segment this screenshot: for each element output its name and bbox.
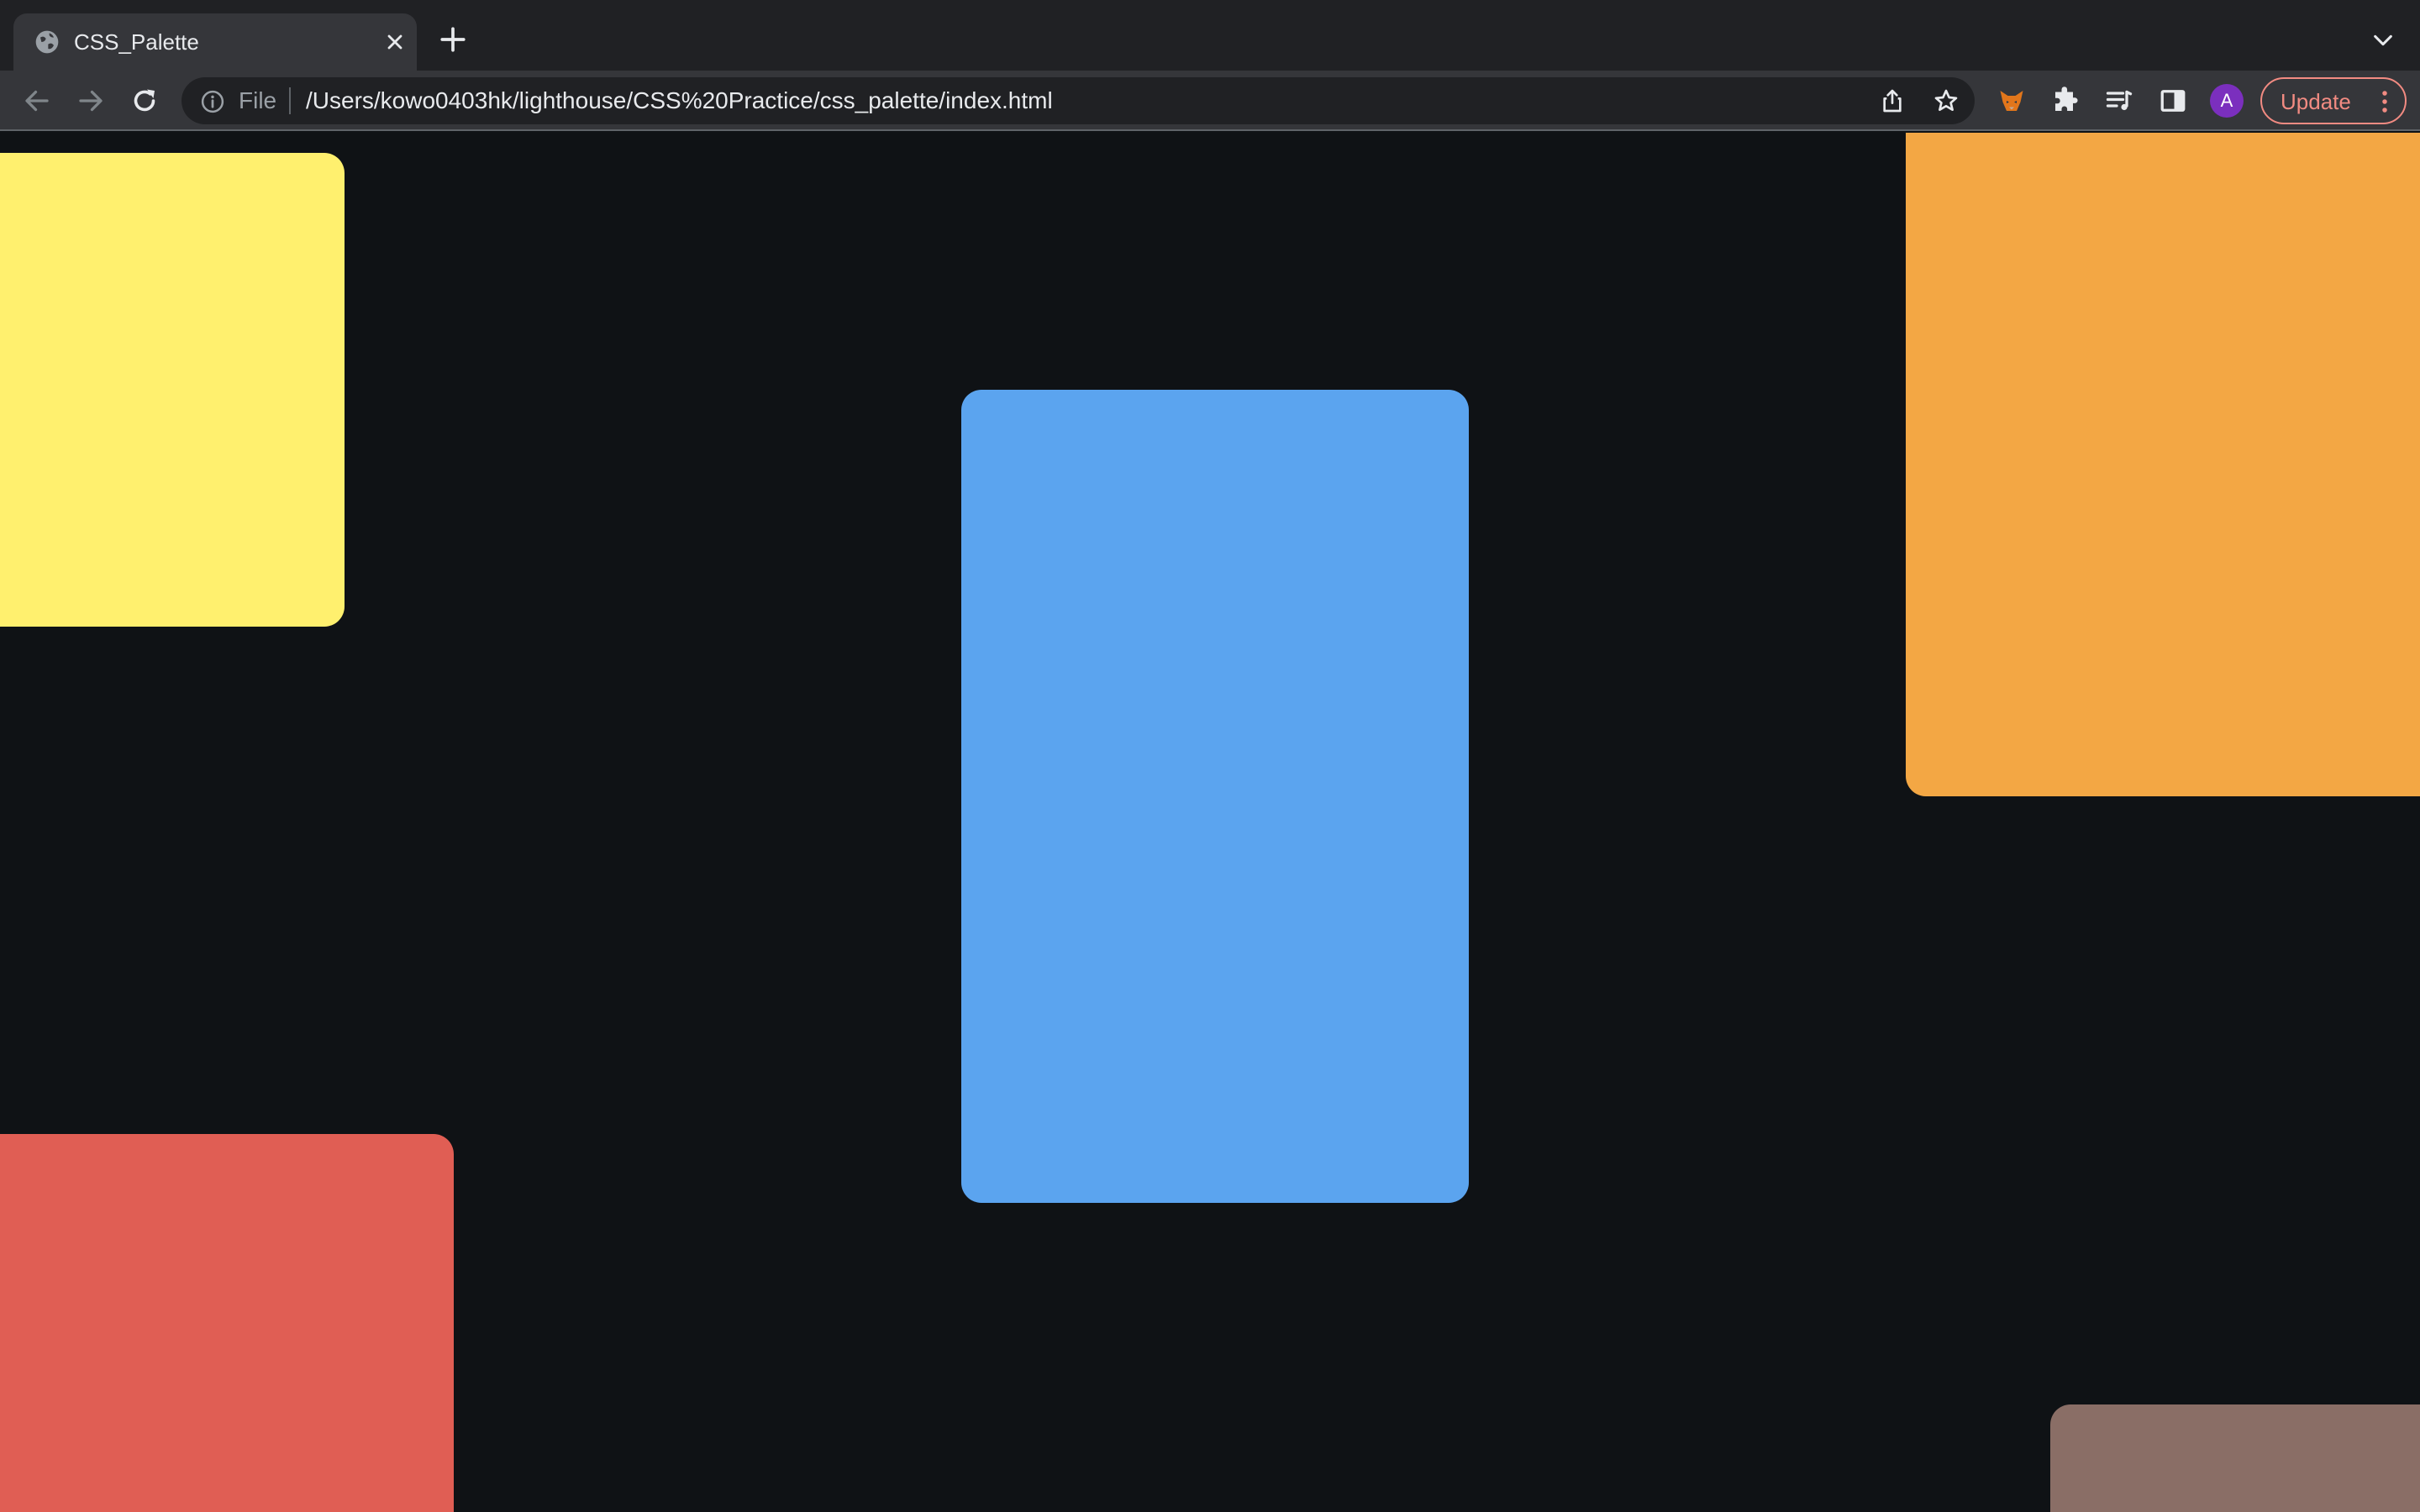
new-tab-icon[interactable] xyxy=(439,25,467,54)
star-icon[interactable] xyxy=(1933,87,1960,114)
fox-extension-icon[interactable] xyxy=(1996,86,2027,116)
swatch-blue xyxy=(961,390,1469,1203)
globe-icon xyxy=(35,30,59,54)
swatch-yellow xyxy=(0,153,345,627)
more-vert-icon[interactable] xyxy=(2380,89,2390,114)
reload-icon[interactable] xyxy=(129,86,160,116)
chevron-down-icon[interactable] xyxy=(2371,30,2395,50)
info-icon[interactable] xyxy=(200,89,225,114)
swatch-brown xyxy=(2050,1404,2420,1512)
tab-title: CSS_Palette xyxy=(74,29,199,55)
update-label: Update xyxy=(2281,89,2351,114)
side-panel-icon[interactable] xyxy=(2158,86,2188,116)
swatch-orange xyxy=(1906,133,2420,796)
close-icon[interactable] xyxy=(383,30,407,54)
omnibox-divider xyxy=(289,87,291,114)
address-bar[interactable]: File /Users/kowo0403hk/lighthouse/CSS%20… xyxy=(182,77,1975,124)
swatch-red xyxy=(0,1134,454,1512)
browser-toolbar: File /Users/kowo0403hk/lighthouse/CSS%20… xyxy=(0,71,2420,131)
page-viewport xyxy=(0,133,2420,1512)
url-text[interactable]: /Users/kowo0403hk/lighthouse/CSS%20Pract… xyxy=(306,87,1053,115)
tab-strip: CSS_Palette xyxy=(0,0,2420,71)
profile-avatar[interactable]: A xyxy=(2210,84,2244,118)
url-scheme-label: File xyxy=(239,87,277,113)
puzzle-extensions-icon[interactable] xyxy=(2050,86,2081,116)
reading-list-icon[interactable] xyxy=(2104,86,2134,116)
share-icon[interactable] xyxy=(1879,87,1906,114)
tab-css-palette[interactable]: CSS_Palette xyxy=(13,13,417,71)
arrow-left-icon[interactable] xyxy=(22,86,52,116)
update-button[interactable]: Update xyxy=(2260,77,2407,124)
arrow-right-icon[interactable] xyxy=(76,86,106,116)
